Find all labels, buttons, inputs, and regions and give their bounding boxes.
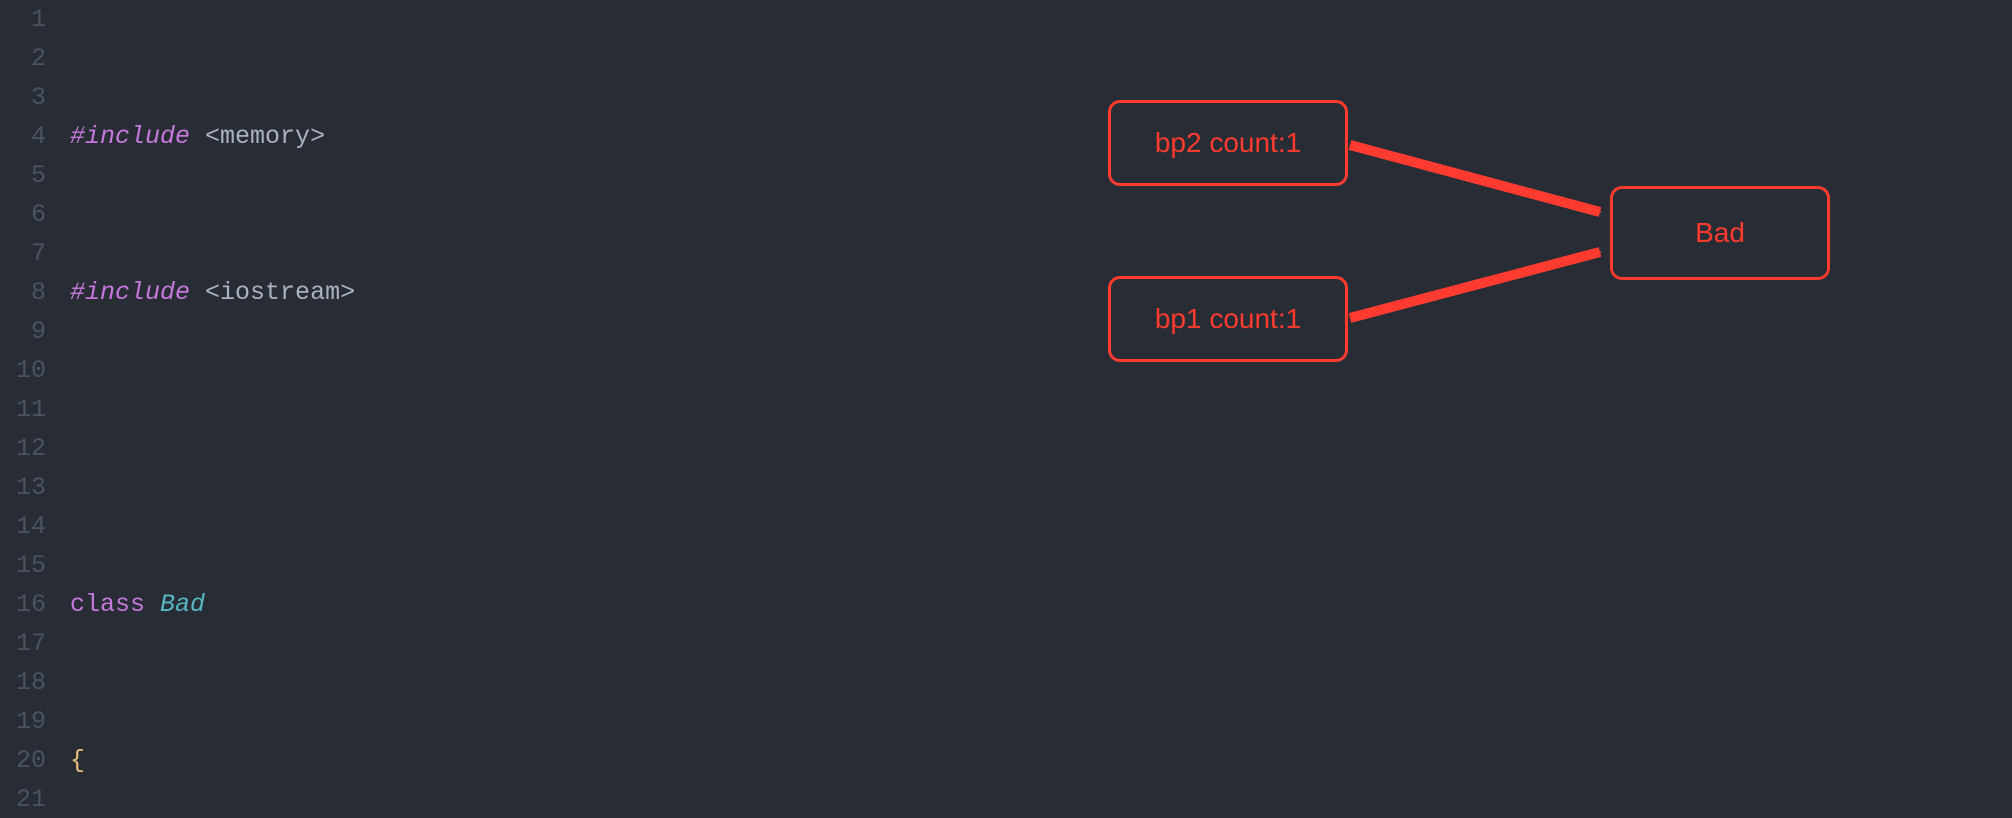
line-number: 12 <box>0 429 46 468</box>
preprocessor: #include <box>70 122 190 151</box>
type-name: Bad <box>160 590 205 619</box>
diagram-box-bad: Bad <box>1610 186 1830 280</box>
brace-open: { <box>70 746 85 775</box>
line-number: 3 <box>0 78 46 117</box>
line-number: 8 <box>0 273 46 312</box>
diagram-box-bp1: bp1 count:1 <box>1108 276 1348 362</box>
code-line: #include <iostream> <box>70 273 1120 312</box>
line-number: 17 <box>0 624 46 663</box>
keyword-class: class <box>70 590 145 619</box>
line-number: 13 <box>0 468 46 507</box>
code-area[interactable]: #include <memory> #include <iostream> cl… <box>60 0 1120 818</box>
line-number: 4 <box>0 117 46 156</box>
code-line: #include <memory> <box>70 117 1120 156</box>
line-number: 14 <box>0 507 46 546</box>
line-number: 18 <box>0 663 46 702</box>
code-line: class Bad <box>70 585 1120 624</box>
line-number: 6 <box>0 195 46 234</box>
code-line: { <box>70 741 1120 780</box>
code-line <box>70 429 1120 468</box>
line-number: 19 <box>0 702 46 741</box>
line-number: 15 <box>0 546 46 585</box>
code-editor: 1 2 3 4 5 6 7 8 9 10 11 12 13 14 15 16 1… <box>0 0 2012 818</box>
line-number: 1 <box>0 0 46 39</box>
line-number: 7 <box>0 234 46 273</box>
diagram-box-bp2: bp2 count:1 <box>1108 100 1348 186</box>
preprocessor: #include <box>70 278 190 307</box>
line-number: 11 <box>0 390 46 429</box>
line-number: 20 <box>0 741 46 780</box>
line-number: 5 <box>0 156 46 195</box>
line-gutter: 1 2 3 4 5 6 7 8 9 10 11 12 13 14 15 16 1… <box>0 0 60 818</box>
line-number: 9 <box>0 312 46 351</box>
line-number: 2 <box>0 39 46 78</box>
include-path: <memory> <box>205 122 325 151</box>
line-number: 16 <box>0 585 46 624</box>
line-number: 21 <box>0 780 46 818</box>
include-path: <iostream> <box>205 278 355 307</box>
line-number: 10 <box>0 351 46 390</box>
